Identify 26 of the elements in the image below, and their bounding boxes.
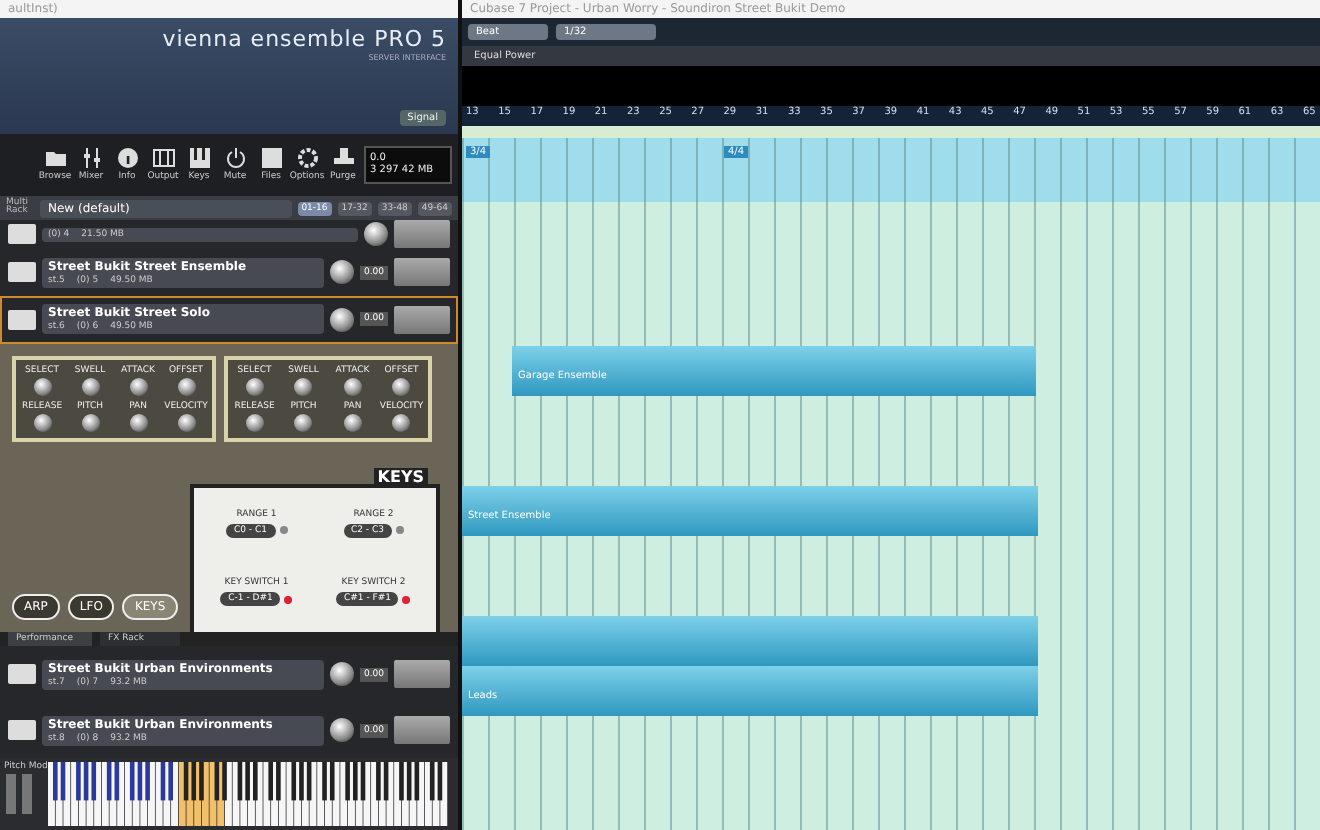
- tune-knob[interactable]: [329, 307, 354, 332]
- instrument-icon: [8, 224, 36, 245]
- level-meter: [394, 258, 450, 287]
- tune-knob[interactable]: [329, 260, 354, 285]
- level-meter: [394, 220, 450, 249]
- piano-keyboard-drawing[interactable]: [48, 762, 448, 827]
- sliders-icon: [79, 146, 103, 171]
- grid-icon: [151, 146, 175, 171]
- power-icon: [223, 146, 247, 171]
- instrument-icon: [8, 664, 36, 685]
- level-meter: [394, 305, 450, 334]
- instrument-icon: [8, 262, 36, 283]
- tune-knob[interactable]: [329, 718, 354, 743]
- level-meter: [394, 660, 450, 689]
- folder-icon: [43, 146, 67, 171]
- instrument-icon: [8, 720, 36, 741]
- keys-icon: [187, 146, 211, 171]
- level-meter: [394, 716, 450, 745]
- app-logo: vienna ensemble PRO 5: [162, 26, 446, 52]
- gear-icon: [295, 146, 319, 171]
- keys-panel-title: KEYS: [373, 467, 428, 486]
- pitch-mod-wheels-icon[interactable]: [4, 774, 36, 815]
- tune-knob[interactable]: [329, 662, 354, 687]
- tune-knob[interactable]: [364, 222, 388, 247]
- info-icon: [115, 146, 139, 171]
- instrument-icon: [8, 309, 36, 330]
